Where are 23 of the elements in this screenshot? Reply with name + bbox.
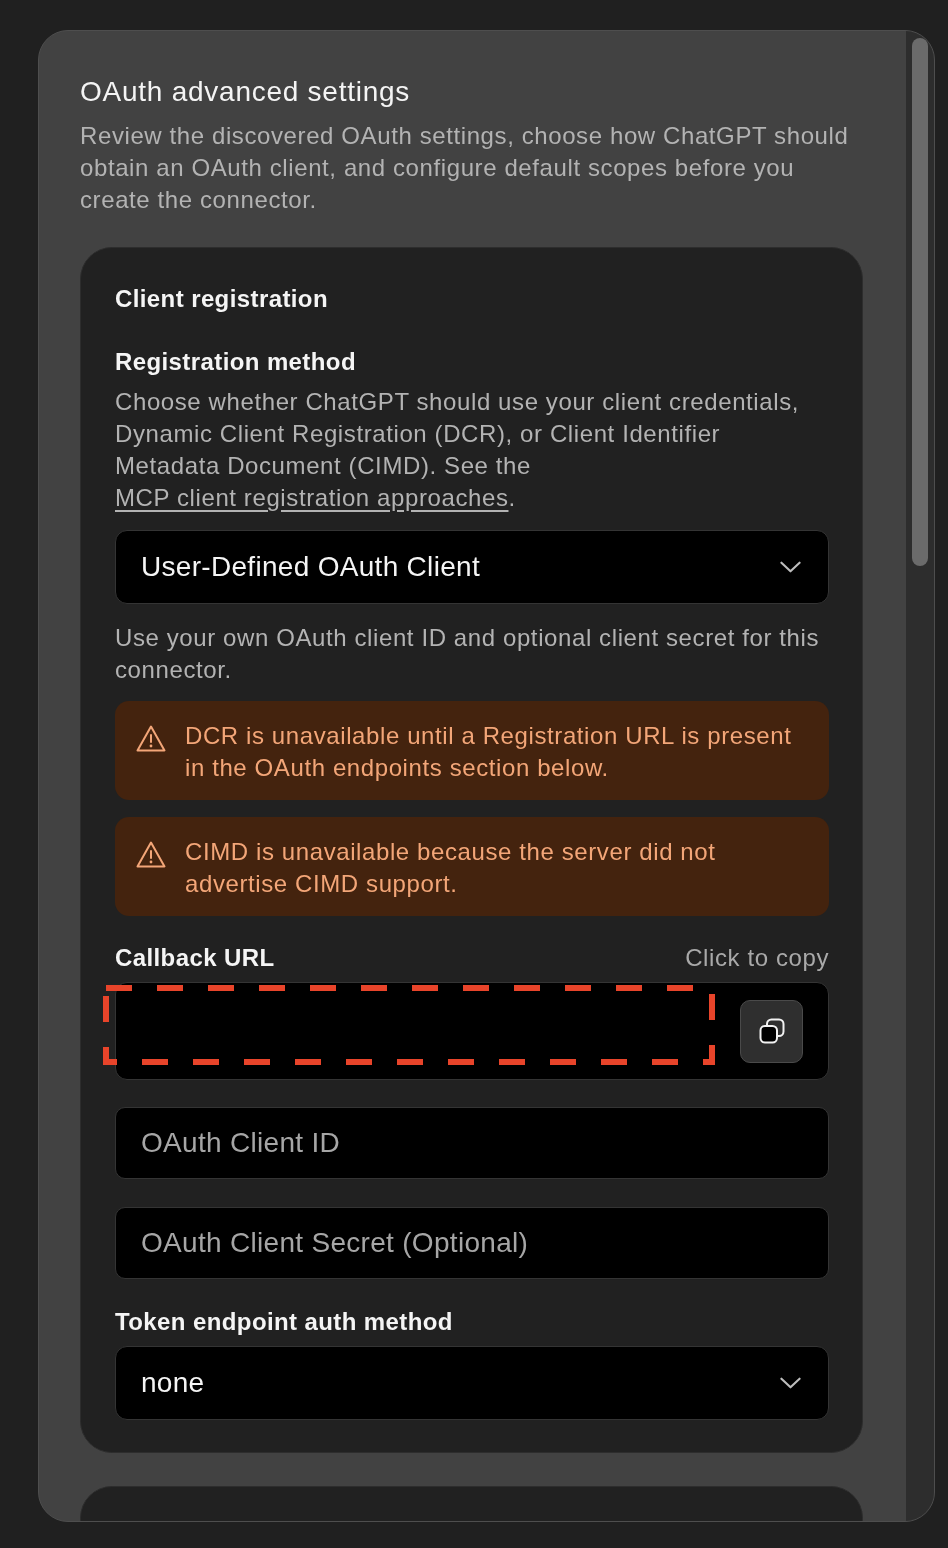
chevron-down-icon: [780, 1377, 801, 1389]
text-input[interactable]: OAuth Client Secret (Optional): [115, 1207, 829, 1279]
chevron-down-icon: [780, 561, 801, 573]
auth-method-select[interactable]: none: [115, 1346, 829, 1420]
registration-approaches-link[interactable]: MCP client registration approaches: [115, 484, 509, 511]
section-heading: Client registration: [115, 284, 329, 314]
help-text: Use your own OAuth client ID and optional client secret for this connector.: [115, 623, 821, 685]
registration-method-select[interactable]: User-Defined OAuth Client: [115, 530, 829, 604]
warning-message: DCR is unavailable until a Registration URL is present in the OAuth endpoints section below.: [185, 721, 793, 783]
warning-icon: [136, 841, 166, 868]
copy-hint: Click to copy: [685, 943, 829, 973]
copy-icon: [758, 1018, 785, 1044]
warning-message: CIMD is unavailable because the server did not advertise CIMD support.: [185, 837, 717, 899]
text-input[interactable]: OAuth Client ID: [115, 1107, 829, 1179]
dialog-title: OAuth advanced settings: [80, 75, 412, 109]
registration-description: Choose whether ChatGPT should use your client credentials, Dynamic Client Registration (DCR), or Client Identifier Metadata Document (CIMD). See the MCP client registration approaches.: [115, 387, 801, 513]
warning-icon: [136, 725, 166, 752]
copy-button[interactable]: [740, 999, 803, 1063]
scrollbar-thumb[interactable]: [912, 38, 928, 566]
field-label: Registration method: [115, 347, 357, 377]
dialog-description: Review the discovered OAuth settings, choose how ChatGPT should obtain an OAuth client, and configure default scopes before you create the connector.: [80, 121, 850, 215]
field-label: Token endpoint auth method: [115, 1307, 454, 1337]
field-label: Callback URL: [115, 943, 275, 973]
